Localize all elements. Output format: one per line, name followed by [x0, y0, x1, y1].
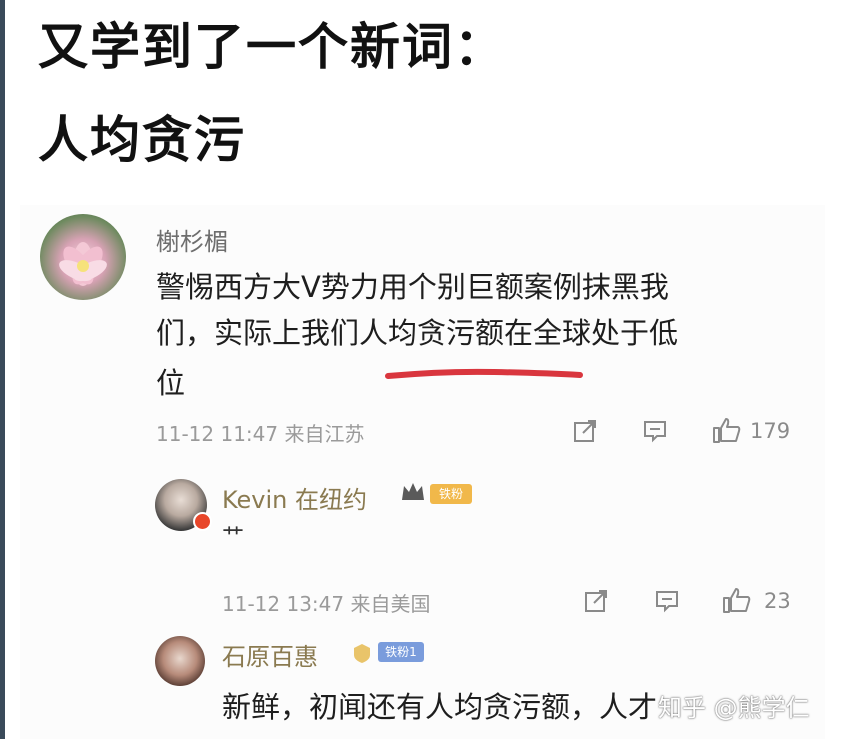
share-icon[interactable]	[572, 418, 598, 444]
headline-line-2: 人均贪污	[38, 111, 246, 169]
headline-line-1: 又学到了一个新词：	[38, 18, 506, 76]
main-comment-meta: 11-12 11:47 来自江苏	[156, 422, 365, 446]
crown-icon	[402, 483, 424, 500]
reply-2-username[interactable]: 石原百惠	[222, 637, 318, 672]
share-icon[interactable]	[583, 588, 609, 614]
avatar-main-commenter[interactable]	[40, 214, 126, 300]
reply-1-username[interactable]: Kevin 在纽约	[222, 480, 367, 515]
main-comment-text-line-3: 位	[156, 366, 186, 400]
zhihu-watermark: 知乎 @熊学仁	[658, 694, 810, 722]
verified-badge	[193, 512, 212, 531]
like-icon[interactable]	[712, 416, 742, 444]
reply-1-text: 艹	[222, 525, 244, 550]
avatar-shi-yuan[interactable]	[155, 636, 205, 686]
reply-2-fan-badge: 铁粉1	[378, 642, 424, 662]
reply-2-text: 新鲜，初闻还有人均贪污额，人才	[222, 690, 658, 724]
comment-icon[interactable]	[642, 418, 668, 444]
main-like-count: 179	[750, 419, 791, 443]
fan-badge-icon	[354, 644, 370, 663]
main-comment-text-line-2: 们，实际上我们人均贪污额在全球处于低	[156, 316, 679, 350]
like-icon[interactable]	[722, 586, 752, 614]
reply-1-like-count: 23	[764, 589, 791, 613]
left-edge-bar	[0, 0, 5, 739]
reply-1-fan-badge: 铁粉	[430, 484, 472, 504]
lotus-icon	[59, 242, 107, 286]
reply-1-meta: 11-12 13:47 来自美国	[222, 592, 431, 616]
comment-icon[interactable]	[654, 588, 680, 614]
red-underline-mark	[385, 368, 583, 379]
main-comment-text-line-1: 警惕西方大V势力用个别巨额案例抹黑我	[156, 270, 669, 304]
main-commenter-username[interactable]: 榭杉楣	[156, 222, 228, 257]
